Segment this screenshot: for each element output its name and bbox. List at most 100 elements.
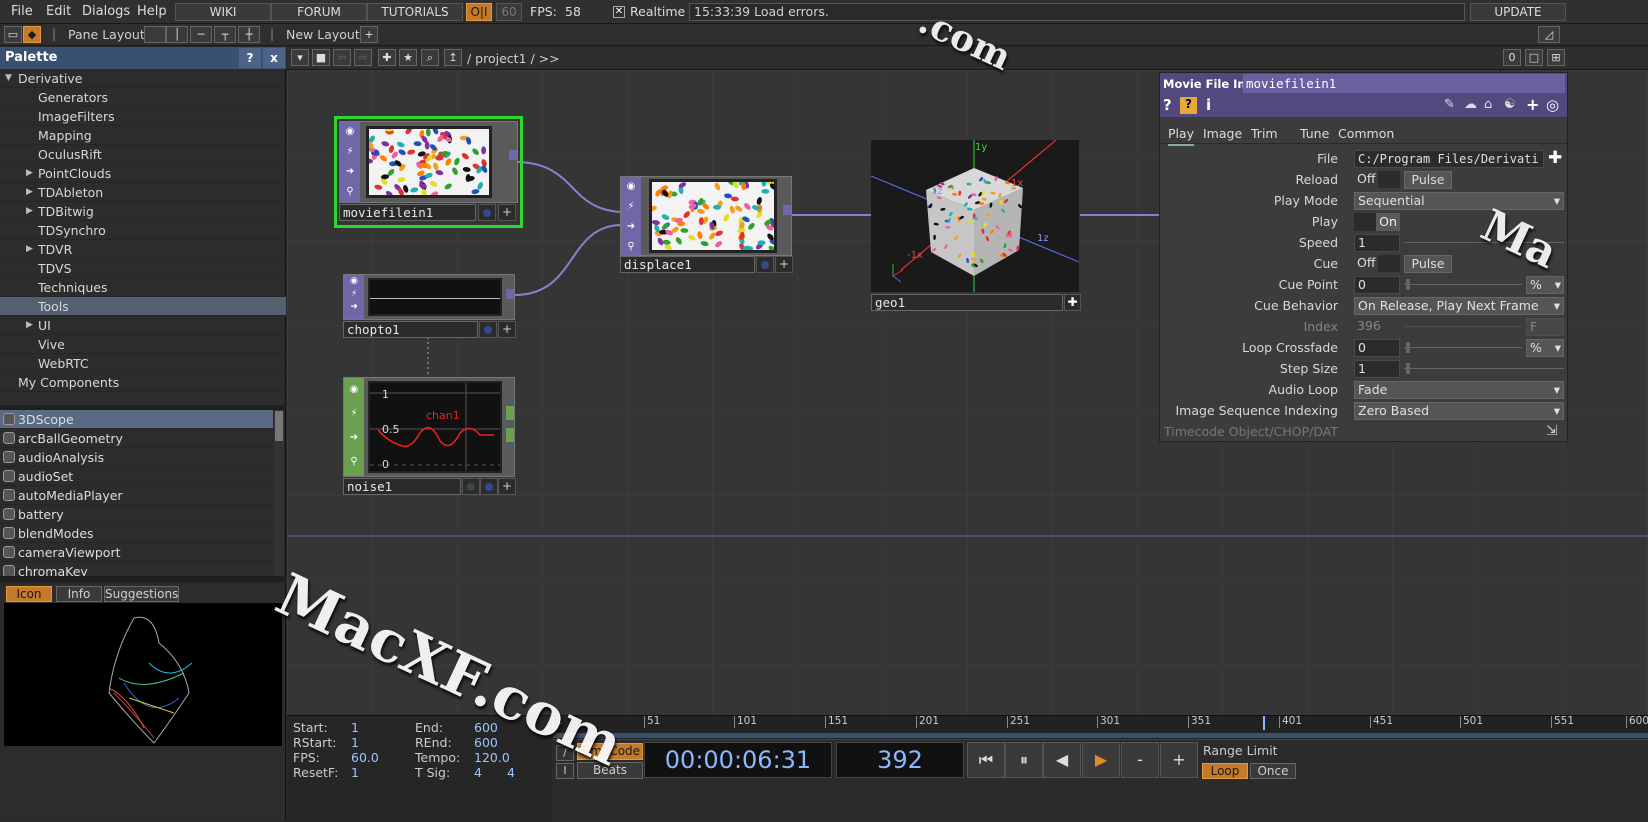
loopcross-unit-dropdown[interactable]: % ▾ bbox=[1526, 339, 1564, 357]
tab-tune[interactable]: Tune bbox=[1300, 126, 1329, 141]
layout-three-icon[interactable]: ┬ bbox=[214, 26, 236, 43]
viewer-toggle-icon[interactable] bbox=[480, 478, 498, 495]
back-icon[interactable]: ⇦ bbox=[333, 49, 351, 66]
tab-play[interactable]: Play bbox=[1168, 126, 1195, 146]
node-add-icon[interactable]: + bbox=[498, 321, 516, 338]
tree-item[interactable]: Techniques bbox=[0, 278, 286, 297]
node-geo1[interactable]: 1y 1z -1x 1z 1x geo1 ✚ bbox=[870, 139, 1081, 313]
file-field[interactable]: C:/Program Files/Derivati bbox=[1354, 150, 1544, 168]
layout-single-icon[interactable] bbox=[144, 26, 166, 43]
add-layout-icon[interactable]: + bbox=[360, 26, 378, 43]
fps-value[interactable]: 60.0 bbox=[351, 750, 379, 765]
index-slider[interactable] bbox=[1404, 326, 1522, 327]
chevron-right-icon[interactable]: ▶ bbox=[26, 202, 33, 221]
tree-item[interactable]: ▶ TDVR bbox=[0, 240, 286, 259]
timecode-display[interactable]: 00:00:06:31 bbox=[644, 742, 832, 778]
node-flags[interactable]: ◉ ⚡ ➜ bbox=[344, 275, 364, 319]
loop-toggle[interactable]: Loop bbox=[1202, 763, 1248, 779]
palette-help-button[interactable]: ? bbox=[239, 48, 261, 68]
status-bar[interactable]: 15:33:39 Load errors. bbox=[689, 3, 1465, 21]
window-icon[interactable]: □ bbox=[1525, 49, 1543, 66]
step-minus-button[interactable]: - bbox=[1121, 742, 1159, 778]
tsig-value-1[interactable]: 4 bbox=[474, 765, 482, 780]
rewind-icon[interactable]: ⏮ bbox=[967, 742, 1005, 778]
node-add-icon[interactable]: + bbox=[498, 204, 516, 221]
perform-mode-button[interactable]: O|I bbox=[466, 3, 492, 21]
audioloop-dropdown[interactable]: Fade ▾ bbox=[1354, 381, 1564, 399]
file-browse-icon[interactable]: ✚ bbox=[1548, 148, 1562, 168]
node-name[interactable]: noise1 bbox=[343, 478, 461, 495]
tree-item[interactable]: TDSynchro bbox=[0, 221, 286, 240]
tree-item[interactable]: WebRTC bbox=[0, 354, 286, 373]
start-value[interactable]: 1 bbox=[351, 720, 359, 735]
loopcross-field[interactable]: 0 bbox=[1354, 339, 1400, 357]
menu-file[interactable]: File bbox=[11, 4, 33, 19]
tutorials-button[interactable]: TUTORIALS bbox=[367, 3, 463, 21]
index-unit-dropdown[interactable]: F bbox=[1526, 318, 1564, 336]
search-icon[interactable]: ⌕ bbox=[421, 49, 439, 66]
realtime-checkbox[interactable]: ✕ bbox=[613, 6, 625, 18]
tree-item[interactable]: Tools bbox=[0, 297, 286, 316]
python-help-icon[interactable]: ? bbox=[1180, 97, 1197, 114]
node-body[interactable]: ◉ ⚡ ➜ ⚲ bbox=[620, 176, 792, 256]
list-item[interactable]: audioAnalysis bbox=[0, 448, 273, 467]
list-scrollbar[interactable] bbox=[274, 410, 284, 576]
node-flags[interactable]: ◉ ⚡ ➜ ⚲ bbox=[344, 378, 364, 476]
tree-item[interactable]: Generators bbox=[0, 88, 286, 107]
tab-trim[interactable]: Trim bbox=[1251, 126, 1278, 141]
step-plus-button[interactable]: + bbox=[1160, 742, 1198, 778]
viewer-toggle-icon[interactable] bbox=[479, 321, 497, 338]
index-field[interactable]: 396 bbox=[1354, 318, 1400, 336]
chevron-down-icon[interactable]: ▾ bbox=[291, 49, 309, 66]
tree-item[interactable]: My Components bbox=[0, 373, 286, 392]
tree-item[interactable]: Vive bbox=[0, 335, 286, 354]
palette-close-button[interactable]: x bbox=[263, 48, 285, 68]
list-item[interactable]: autoMediaPlayer bbox=[0, 486, 273, 505]
forum-button[interactable]: FORUM bbox=[271, 3, 367, 21]
node-name[interactable]: chopto1 bbox=[343, 321, 478, 338]
frame-display[interactable]: 392 bbox=[836, 742, 964, 778]
node-noise1[interactable]: ◉ ⚡ ➜ ⚲ 1 0.5 0 chan1 noise1 + bbox=[343, 377, 516, 497]
chevron-down-icon[interactable]: ▼ bbox=[5, 69, 12, 88]
parent-icon[interactable]: ↥ bbox=[444, 49, 462, 66]
tab-info[interactable]: Info bbox=[56, 586, 102, 602]
pause-icon[interactable]: ⏸ bbox=[1005, 742, 1043, 778]
list-item[interactable]: arcBallGeometry bbox=[0, 429, 273, 448]
node-flags[interactable]: ◉ ⚡ ➜ ⚲ bbox=[621, 177, 641, 255]
chevron-right-icon[interactable]: ▶ bbox=[26, 164, 33, 183]
playmode-dropdown[interactable]: Sequential ▾ bbox=[1354, 192, 1564, 210]
step-field[interactable]: 1 bbox=[1354, 360, 1400, 378]
cuepoint-slider[interactable] bbox=[1404, 279, 1522, 290]
cue-pulse-button[interactable]: Pulse bbox=[1404, 255, 1452, 273]
resetf-value[interactable]: 1 bbox=[351, 765, 359, 780]
tab-suggestions[interactable]: Suggestions bbox=[104, 586, 179, 602]
node-body[interactable]: ◉ ⚡ ➜ bbox=[343, 274, 515, 320]
node-body[interactable]: ◉ ⚡ ➜ ⚲ 1 0.5 0 chan1 bbox=[343, 377, 515, 477]
cuebehavior-dropdown[interactable]: On Release, Play Next Frame ▾ bbox=[1354, 297, 1564, 315]
node-chopto1[interactable]: ◉ ⚡ ➜ chopto1 + bbox=[343, 274, 516, 338]
playhead[interactable] bbox=[1263, 716, 1265, 730]
update-button[interactable]: UPDATE bbox=[1470, 3, 1566, 21]
info-icon[interactable]: i bbox=[1206, 96, 1211, 114]
node-name[interactable]: displace1 bbox=[620, 256, 755, 273]
imgseq-dropdown[interactable]: Zero Based ▾ bbox=[1354, 402, 1564, 420]
timeline-range-bar[interactable] bbox=[553, 733, 1648, 738]
menu-help[interactable]: Help bbox=[137, 4, 167, 19]
breadcrumb[interactable]: / project1 / >> bbox=[467, 51, 560, 66]
tree-item[interactable]: ▼ Derivative bbox=[0, 69, 286, 88]
operator-name-field[interactable]: moviefilein1 bbox=[1243, 74, 1565, 93]
grid-icon[interactable]: ⊞ bbox=[1547, 49, 1565, 66]
step-back-icon[interactable]: ◀ bbox=[1043, 742, 1081, 778]
star-icon[interactable]: ★ bbox=[399, 49, 417, 66]
pencil-icon[interactable]: ✎ bbox=[1444, 97, 1455, 112]
tab-icon[interactable]: Icon bbox=[6, 586, 52, 602]
wiki-button[interactable]: WIKI bbox=[175, 3, 271, 21]
node-flags[interactable]: ◉ ⚡ ➜ ⚲ bbox=[340, 122, 360, 202]
node-add-icon[interactable]: + bbox=[775, 256, 793, 273]
comment-icon[interactable]: ☁ bbox=[1464, 97, 1477, 112]
help-icon[interactable]: ? bbox=[1163, 96, 1172, 114]
stop-icon[interactable]: ■ bbox=[312, 49, 330, 66]
play-icon[interactable]: ▶ bbox=[1082, 742, 1120, 778]
node-name[interactable]: geo1 bbox=[871, 294, 1063, 311]
home-icon[interactable]: ✚ bbox=[378, 49, 396, 66]
